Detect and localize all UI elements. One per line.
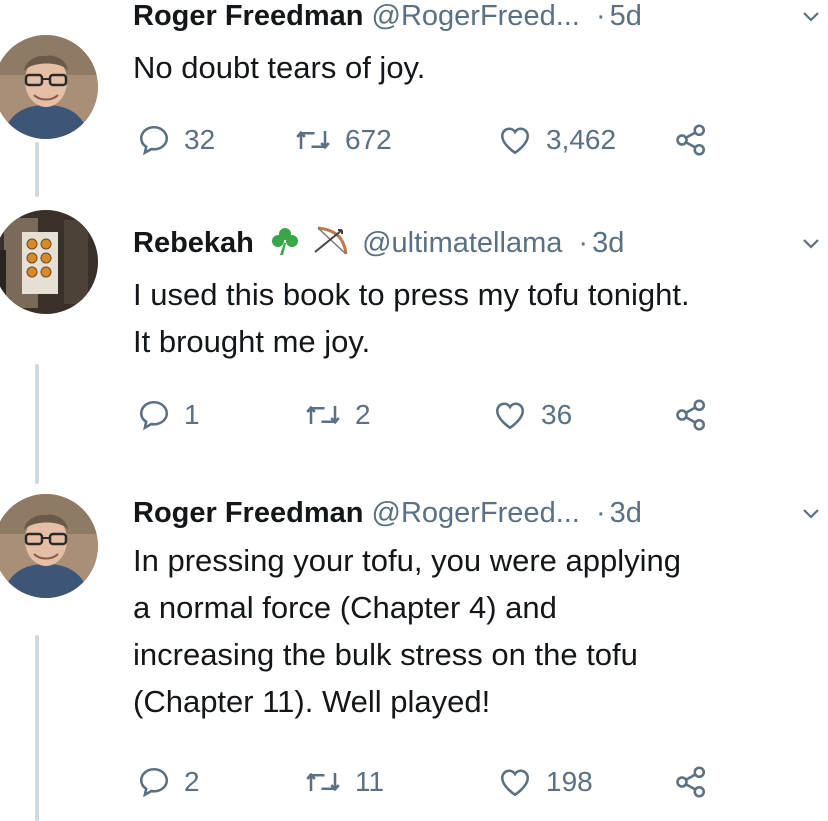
tweet-text-line: In pressing your tofu, you were applying xyxy=(133,543,681,578)
separator: · xyxy=(578,227,589,259)
avatar[interactable] xyxy=(0,494,98,598)
handle[interactable]: @RogerFreed... xyxy=(372,497,580,529)
heart-icon xyxy=(500,769,530,797)
chevron-down-icon[interactable] xyxy=(800,503,822,525)
share-icon xyxy=(676,399,706,431)
tweet-text: No doubt tears of joy. xyxy=(133,44,818,91)
man-with-glasses-avatar xyxy=(0,494,98,598)
chevron-down-icon[interactable] xyxy=(800,6,822,28)
reply-button[interactable]: 2 xyxy=(136,762,200,802)
tweet[interactable]: Roger Freedman @RogerFreed... · 3d In pre… xyxy=(0,480,828,821)
share-icon xyxy=(676,766,706,798)
share-icon xyxy=(676,124,706,156)
timestamp[interactable]: 3d xyxy=(610,497,642,529)
avatar[interactable] xyxy=(0,35,98,139)
tweet-text-line: (Chapter 11). Well played! xyxy=(133,684,491,719)
bow-and-arrow-icon xyxy=(312,224,350,267)
like-button[interactable]: 36 xyxy=(491,395,572,435)
display-name[interactable]: Roger Freedman xyxy=(133,0,363,32)
heart-icon xyxy=(495,402,525,430)
retweet-count: 2 xyxy=(355,399,371,430)
retweet-count: 11 xyxy=(355,766,385,797)
chevron-down-icon[interactable] xyxy=(800,233,822,255)
like-count: 198 xyxy=(546,766,593,797)
tweet-actions: 1 2 36 xyxy=(133,395,733,435)
reply-icon xyxy=(139,125,169,156)
like-count: 36 xyxy=(541,399,573,430)
display-name[interactable]: Roger Freedman xyxy=(133,497,363,529)
tweet-actions: 32 672 3,462 xyxy=(133,120,733,160)
timestamp[interactable]: 3d xyxy=(592,227,624,259)
timestamp[interactable]: 5d xyxy=(610,0,642,32)
tweet-text: I used this book to press my tofu tonigh… xyxy=(133,271,818,365)
tweet[interactable]: Rebekah @ultimatellama · 3d I used this b… xyxy=(0,200,828,470)
tweet-header: Rebekah @ultimatellama · 3d xyxy=(133,223,828,263)
like-count: 3,462 xyxy=(546,124,617,155)
share-button[interactable] xyxy=(673,395,709,435)
retweet-icon xyxy=(306,406,340,424)
tweet-actions: 2 11 198 xyxy=(133,762,733,802)
shamrock-icon xyxy=(268,226,302,267)
tweet-text-line: increasing the bulk stress on the tofu xyxy=(133,637,638,672)
share-button[interactable] xyxy=(673,120,709,160)
reply-button[interactable]: 1 xyxy=(136,395,200,435)
tweet-header: Roger Freedman @RogerFreed... · 3d xyxy=(133,493,828,533)
retweet-count: 672 xyxy=(345,124,392,155)
avatar[interactable] xyxy=(0,210,98,314)
share-button[interactable] xyxy=(673,762,709,802)
tweet[interactable]: Roger Freedman @RogerFreed... · 5d No dou… xyxy=(0,0,828,190)
retweet-button[interactable]: 11 xyxy=(303,762,384,802)
reply-count: 32 xyxy=(184,124,216,155)
man-with-glasses-avatar xyxy=(0,35,98,139)
tweet-text-line: No doubt tears of joy. xyxy=(133,50,426,85)
display-name[interactable]: Rebekah xyxy=(133,227,254,259)
reply-count: 2 xyxy=(184,766,200,797)
tweet-text-line: I used this book to press my tofu tonigh… xyxy=(133,277,690,312)
tweet-text-line: It brought me joy. xyxy=(133,324,371,359)
heart-icon xyxy=(500,127,530,155)
reply-button[interactable]: 32 xyxy=(136,120,215,160)
reply-icon xyxy=(139,767,169,798)
reply-count: 1 xyxy=(184,399,200,430)
handle[interactable]: @RogerFreed... xyxy=(372,0,580,32)
bookshelf-photo-avatar xyxy=(0,210,98,314)
retweet-icon xyxy=(306,773,340,791)
separator: · xyxy=(595,0,606,32)
tweet-text: In pressing your tofu, you were applying… xyxy=(133,537,818,725)
like-button[interactable]: 3,462 xyxy=(496,120,616,160)
separator: · xyxy=(595,497,606,529)
tweet-header: Roger Freedman @RogerFreed... · 5d xyxy=(133,0,828,36)
like-button[interactable]: 198 xyxy=(496,762,593,802)
reply-icon xyxy=(139,400,169,431)
retweet-button[interactable]: 672 xyxy=(293,120,392,160)
handle[interactable]: @ultimatellama xyxy=(362,227,562,259)
retweet-button[interactable]: 2 xyxy=(303,395,371,435)
tweet-text-line: a normal force (Chapter 4) and xyxy=(133,590,557,625)
retweet-icon xyxy=(296,131,330,149)
